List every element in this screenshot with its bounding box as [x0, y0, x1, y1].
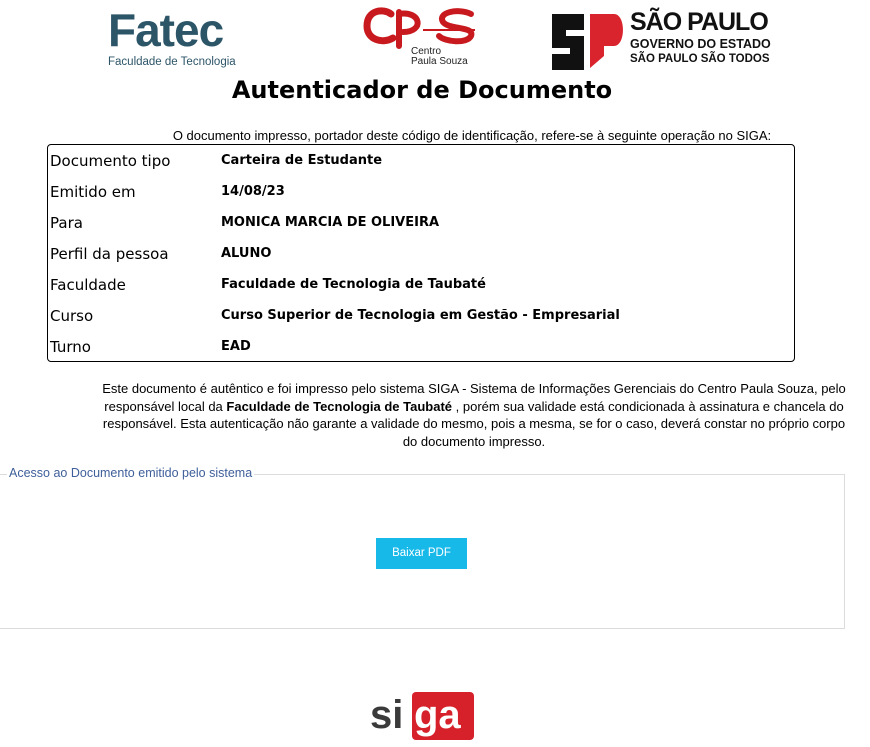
detail-value: 14/08/23: [221, 184, 285, 199]
sp-logo-line1: SÃO PAULO: [630, 8, 769, 36]
sp-government-logo: SÃO PAULO GOVERNO DO ESTADO SÃO PAULO SÃ…: [550, 8, 771, 72]
detail-row-course: Curso Curso Superior de Tecnologia em Ge…: [48, 300, 794, 331]
detail-row-profile: Perfil da pessoa ALUNO: [48, 238, 794, 269]
detail-label: Curso: [50, 307, 94, 325]
detail-row-document-type: Documento tipo Carteira de Estudante: [48, 145, 794, 176]
authenticity-note: Este documento é autêntico e foi impress…: [98, 380, 850, 450]
cps-logo-line2: Paula Souza: [411, 56, 468, 67]
sp-logo-line3: SÃO PAULO SÃO TODOS: [630, 53, 770, 65]
fatec-logo-name: Fatec: [108, 4, 224, 56]
detail-value: Faculdade de Tecnologia de Taubaté: [221, 277, 486, 292]
detail-label: Documento tipo: [50, 152, 171, 170]
sp-logo-line2: GOVERNO DO ESTADO: [630, 37, 771, 51]
detail-label: Turno: [50, 338, 91, 356]
detail-value: EAD: [221, 339, 251, 354]
document-access-legend: Acesso ao Documento emitido pelo sistema: [7, 466, 255, 480]
document-details-box: Documento tipo Carteira de Estudante Emi…: [47, 144, 795, 362]
detail-label: Emitido em: [50, 183, 136, 201]
fatec-logo: Fatec Faculdade de Tecnologia: [108, 6, 238, 70]
detail-row-faculty: Faculdade Faculdade de Tecnologia de Tau…: [48, 269, 794, 300]
siga-logo-mark: si ga: [370, 692, 474, 740]
svg-text:si: si: [370, 693, 403, 737]
cps-logo-mark: [363, 7, 475, 49]
sp-logo-text: SÃO PAULO GOVERNO DO ESTADO SÃO PAULO SÃ…: [630, 8, 771, 67]
cps-logo-text: Centro Paula Souza: [411, 47, 468, 67]
detail-value: Carteira de Estudante: [221, 153, 383, 168]
detail-value: Curso Superior de Tecnologia em Gestão -…: [221, 308, 620, 323]
detail-row-shift: Turno EAD: [48, 331, 794, 362]
intro-text: O documento impresso, portador deste cód…: [172, 128, 772, 143]
detail-label: Para: [50, 214, 83, 232]
detail-value: MONICA MARCIA DE OLIVEIRA: [221, 215, 440, 230]
detail-row-issued-on: Emitido em 14/08/23: [48, 176, 794, 207]
sp-logo-mark: [552, 14, 623, 70]
siga-logo: si ga: [368, 688, 476, 742]
detail-value: ALUNO: [221, 246, 272, 261]
note-faculty-name: Faculdade de Tecnologia de Taubaté: [226, 398, 453, 414]
download-pdf-button[interactable]: Baixar PDF: [376, 538, 467, 569]
svg-text:ga: ga: [414, 693, 461, 737]
detail-row-recipient: Para MONICA MARCIA DE OLIVEIRA: [48, 207, 794, 238]
page-title: Autenticador de Documento: [231, 76, 613, 104]
cps-logo: Centro Paula Souza: [363, 6, 479, 68]
fatec-logo-subtitle: Faculdade de Tecnologia: [108, 56, 236, 68]
detail-label: Perfil da pessoa: [50, 245, 169, 263]
detail-label: Faculdade: [50, 276, 126, 294]
